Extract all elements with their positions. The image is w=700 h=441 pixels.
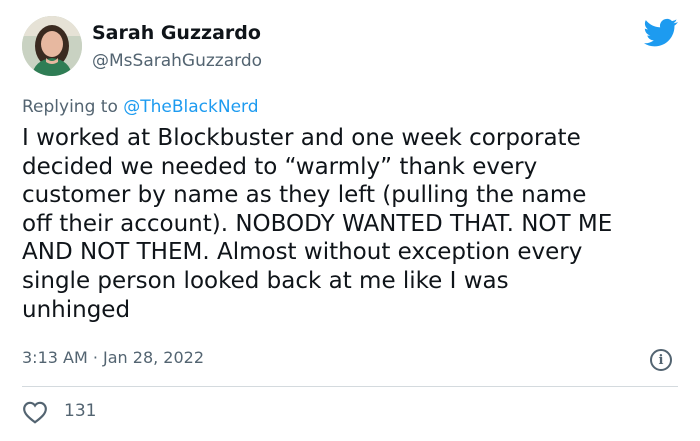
avatar-image (22, 16, 82, 76)
info-icon[interactable]: i (650, 349, 672, 371)
tweet-text: I worked at Blockbuster and one week cor… (22, 125, 613, 323)
like-count: 131 (64, 401, 97, 421)
reply-target-link[interactable]: @TheBlackNerd (123, 97, 258, 117)
author-handle[interactable]: @MsSarahGuzzardo (92, 51, 262, 71)
avatar[interactable] (22, 16, 82, 76)
tweet-timestamp[interactable]: 3:13 AM · Jan 28, 2022 (22, 348, 204, 367)
replying-prefix: Replying to (22, 97, 124, 117)
heart-icon[interactable] (22, 400, 48, 424)
twitter-bird-icon[interactable] (644, 18, 678, 48)
tweet-card: Sarah Guzzardo @MsSarahGuzzardo Replying… (0, 0, 700, 441)
author-name[interactable]: Sarah Guzzardo (92, 22, 261, 44)
divider (22, 386, 678, 387)
replying-to: Replying to @TheBlackNerd (22, 97, 259, 117)
